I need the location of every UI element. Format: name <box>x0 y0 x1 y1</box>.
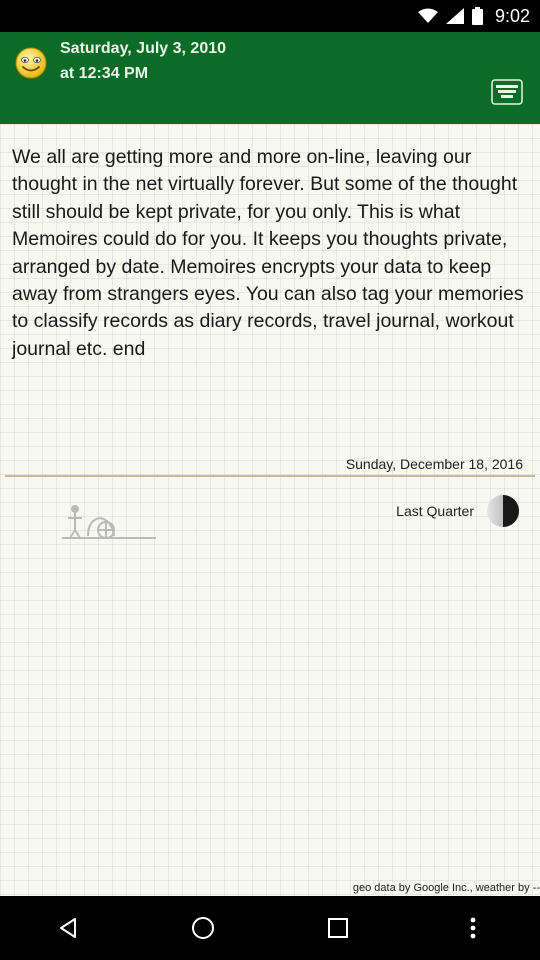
moon-phase-icon <box>486 494 520 528</box>
status-time: 9:02 <box>494 5 530 26</box>
wifi-icon <box>417 8 438 24</box>
entry-body-text[interactable]: We all are getting more and more on-line… <box>12 144 532 363</box>
attribution-text: geo data by Google Inc., weather by -- <box>352 882 540 894</box>
signal-icon <box>445 8 464 24</box>
entry-footer-date: Sunday, December 18, 2016 <box>345 456 523 472</box>
home-icon[interactable] <box>173 898 233 958</box>
weather-station-icon <box>58 500 158 540</box>
recents-icon[interactable] <box>308 898 368 958</box>
battery-icon <box>471 7 483 25</box>
entry-date-title: Saturday, July 3, 2010 <box>60 40 227 57</box>
tag-menu-icon[interactable] <box>490 78 524 106</box>
entry-time: at 12:34 PM <box>60 65 149 82</box>
entry-content[interactable]: We all are getting more and more on-line… <box>0 124 540 896</box>
status-bar: 9:02 <box>0 0 540 32</box>
divider <box>5 475 535 477</box>
navigation-bar <box>0 896 540 960</box>
entry-header: Saturday, July 3, 2010 at 12:34 PM <box>0 32 540 124</box>
back-icon[interactable] <box>38 898 98 958</box>
smiley-icon[interactable] <box>14 46 48 80</box>
moon-phase-label: Last Quarter <box>396 503 474 519</box>
more-icon[interactable] <box>443 898 503 958</box>
